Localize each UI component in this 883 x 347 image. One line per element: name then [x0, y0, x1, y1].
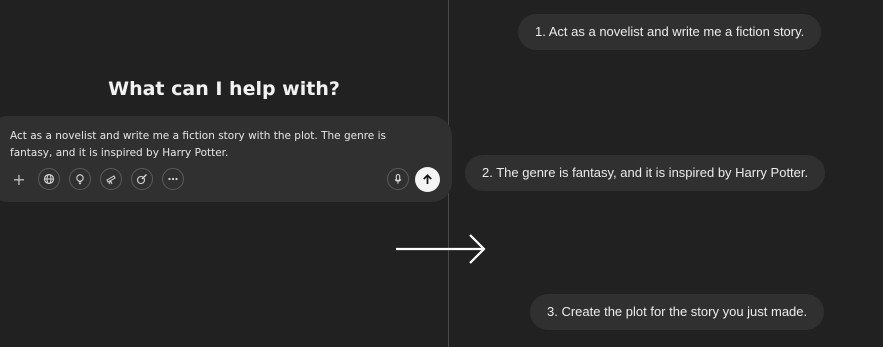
- paintbrush-icon[interactable]: [131, 168, 153, 190]
- more-icon[interactable]: [162, 168, 184, 190]
- lightbulb-icon[interactable]: [69, 168, 91, 190]
- user-message-1: 1. Act as a novelist and write me a fict…: [518, 14, 822, 50]
- chat-composer[interactable]: Act as a novelist and write me a fiction…: [0, 116, 452, 202]
- right-arrow-icon: [396, 234, 486, 264]
- send-button[interactable]: [415, 167, 440, 192]
- plus-icon[interactable]: +: [8, 168, 30, 190]
- globe-icon[interactable]: [38, 168, 60, 190]
- user-message-3: 3. Create the plot for the story you jus…: [530, 294, 825, 330]
- arrow-up-icon: [423, 174, 432, 184]
- page-title: What can I help with?: [108, 78, 340, 100]
- telescope-icon[interactable]: [100, 168, 122, 190]
- user-message-2: 2. The genre is fantasy, and it is inspi…: [465, 155, 826, 191]
- microphone-icon[interactable]: [387, 168, 409, 190]
- prompt-input[interactable]: Act as a novelist and write me a fiction…: [10, 128, 430, 162]
